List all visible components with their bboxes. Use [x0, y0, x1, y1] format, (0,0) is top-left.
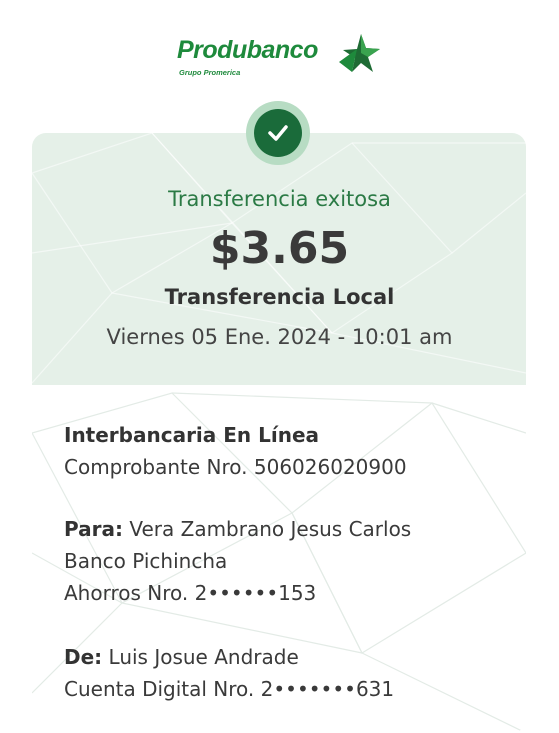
transaction-datetime: Viernes 05 Ene. 2024 - 10:01 am [106, 325, 453, 349]
amount: $3.65 [209, 223, 350, 274]
status-text: Transferencia exitosa [168, 187, 391, 211]
success-badge [246, 101, 310, 165]
transfer-type: Transferencia Local [164, 285, 395, 309]
sender-name: Luis Josue Andrade [102, 645, 299, 669]
recipient-name: Vera Zambrano Jesus Carlos [122, 517, 412, 541]
recipient-name-line: Para: Vera Zambrano Jesus Carlos [64, 517, 411, 541]
recipient-label: Para: [64, 517, 123, 541]
star-logo-icon [339, 34, 380, 72]
sender-label: De: [64, 645, 103, 669]
logo-subtext: Grupo Promerica [179, 68, 241, 77]
logo-text: Produbanco [177, 36, 318, 64]
voucher-number: Comprobante Nro. 506026020900 [64, 455, 407, 479]
recipient-account: Ahorros Nro. 2••••••153 [64, 581, 317, 605]
transfer-channel: Interbancaria En Línea [64, 423, 320, 447]
check-icon [268, 125, 288, 141]
sender-name-line: De: Luis Josue Andrade [64, 645, 299, 669]
recipient-bank: Banco Pichincha [64, 549, 228, 573]
produbanco-logo: Produbanco Grupo Promerica [177, 34, 387, 82]
sender-account: Cuenta Digital Nro. 2•••••••631 [64, 677, 395, 701]
